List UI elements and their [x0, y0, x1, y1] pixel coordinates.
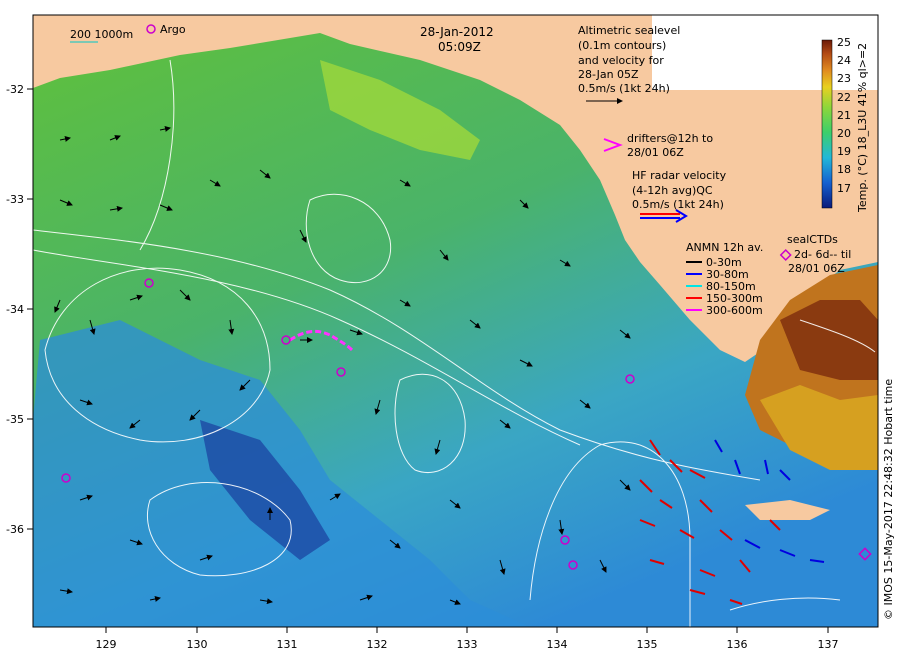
drifter-line: 28/01 06Z: [627, 146, 684, 159]
hf-radar-line: HF radar velocity: [632, 169, 727, 182]
altimetry-line: 0.5m/s (1kt 24h): [578, 82, 670, 95]
argo-legend-label: Argo: [160, 23, 186, 36]
y-tick-label: -36: [6, 523, 24, 536]
x-axis-labels: 129 130 131 132 133 134 135 136 137: [96, 638, 839, 651]
x-tick-label: 132: [367, 638, 388, 651]
sealctd-line: 28/01 06Z: [788, 262, 845, 275]
colorbar-tick: 21: [837, 109, 851, 122]
map-date: 28-Jan-2012: [420, 25, 494, 39]
x-tick-label: 137: [818, 638, 839, 651]
colorbar-tick: 24: [837, 54, 851, 67]
colorbar-tick: 23: [837, 72, 851, 85]
scale-bar-label: 200 1000m: [70, 28, 133, 41]
hf-radar-legend: HF radar velocity (4-12h avg)QC 0.5m/s (…: [632, 169, 727, 211]
altimetry-line: and velocity for: [578, 54, 664, 67]
colorbar-tick: 17: [837, 182, 851, 195]
colorbar-tick: 18: [837, 163, 851, 176]
hf-radar-line: 0.5m/s (1kt 24h): [632, 198, 724, 211]
altimetry-line: 28-Jan 05Z: [578, 68, 639, 81]
x-tick-label: 130: [187, 638, 208, 651]
sealctd-line: 2d- 6d-- til: [794, 248, 851, 261]
colorbar-tick: 25: [837, 36, 851, 49]
x-tick-label: 131: [277, 638, 298, 651]
colorbar-tick: 19: [837, 145, 851, 158]
map-time: 05:09Z: [438, 40, 481, 54]
anmn-label: 300-600m: [706, 304, 763, 317]
sealctd-title: sealCTDs: [787, 233, 838, 246]
x-tick-label: 135: [637, 638, 658, 651]
colorbar-ticks: 25 24 23 22 21 20 19 18 17: [837, 36, 851, 195]
x-tick-label: 134: [547, 638, 568, 651]
y-tick-label: -34: [6, 303, 24, 316]
colorbar-label: Temp. (°C) 18_L3U 41% ql>=2: [856, 43, 869, 213]
sst-map: 129 130 131 132 133 134 135 136 137 -32 …: [6, 14, 895, 651]
credit-text: © IMOS 15-May-2017 22:48:32 Hobart time: [882, 379, 895, 620]
x-tick-label: 136: [727, 638, 748, 651]
colorbar-tick: 22: [837, 91, 851, 104]
colorbar: [821, 39, 833, 209]
altimetry-line: (0.1m contours): [578, 39, 666, 52]
x-tick-label: 133: [457, 638, 478, 651]
anmn-title: ANMN 12h av.: [686, 241, 763, 254]
drifter-line: drifters@12h to: [627, 132, 713, 145]
altimetry-line: Altimetric sealevel: [578, 24, 680, 37]
y-axis-labels: -32 -33 -34 -35 -36: [6, 83, 24, 536]
hf-radar-line: (4-12h avg)QC: [632, 184, 713, 197]
y-tick-label: -32: [6, 83, 24, 96]
colorbar-tick: 20: [837, 127, 851, 140]
x-tick-label: 129: [96, 638, 117, 651]
y-tick-label: -35: [6, 413, 24, 426]
y-tick-label: -33: [6, 193, 24, 206]
